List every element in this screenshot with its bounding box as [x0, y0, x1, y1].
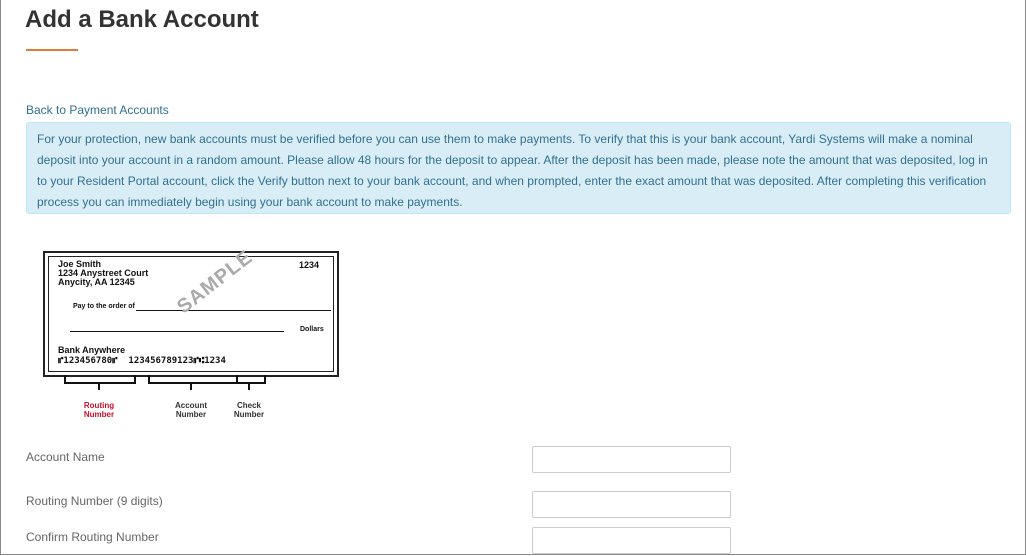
check-micr-line: ⑈123456780⑈ 123456789123⑈⑆1234 — [58, 356, 226, 366]
page-frame: Add a Bank Account Back to Payment Accou… — [0, 0, 1026, 555]
account-bracket — [148, 375, 238, 384]
account-number-caption: Account Number — [167, 401, 215, 419]
routing-number-label: Routing Number (9 digits) — [26, 494, 163, 508]
sample-check-image: Joe Smith 1234 Anystreet Court Anycity, … — [43, 246, 343, 431]
check-caption-line1: Check — [236, 401, 261, 410]
back-to-payment-accounts-link[interactable]: Back to Payment Accounts — [26, 103, 169, 117]
routing-caption-line2: Number — [83, 410, 115, 419]
page-title: Add a Bank Account — [25, 6, 259, 33]
account-name-input[interactable] — [532, 446, 731, 473]
check-caption-line2: Number — [233, 410, 265, 419]
check-number-top: 1234 — [299, 260, 320, 270]
account-caption-line2: Number — [175, 410, 207, 419]
check-amount-line — [70, 331, 284, 332]
confirm-routing-number-input[interactable] — [532, 527, 731, 554]
verification-info-alert: For your protection, new bank accounts m… — [26, 122, 1011, 214]
routing-bracket-stem — [98, 382, 100, 390]
routing-number-input[interactable] — [532, 491, 731, 518]
routing-bracket — [64, 375, 136, 384]
check-pay-to-label: Pay to the order of — [73, 303, 135, 310]
check-bank-name: Bank Anywhere — [58, 345, 126, 355]
check-owner-city: Anycity, AA 12345 — [58, 277, 135, 287]
routing-caption-line1: Routing — [83, 401, 115, 410]
check-pay-to-line — [136, 310, 331, 311]
check-number-bracket-stem — [248, 382, 250, 390]
check-owner-address: Joe Smith 1234 Anystreet Court Anycity, … — [58, 260, 148, 287]
check-dollars-label: Dollars — [300, 326, 324, 333]
check-number-bracket — [236, 375, 266, 384]
title-underline — [26, 49, 78, 51]
account-caption-line1: Account — [175, 401, 207, 410]
confirm-routing-number-label: Confirm Routing Number — [26, 530, 159, 544]
account-name-label: Account Name — [26, 450, 105, 464]
account-bracket-stem — [190, 382, 192, 390]
routing-number-caption: Routing Number — [79, 401, 119, 419]
check-number-caption: Check Number — [227, 401, 271, 419]
